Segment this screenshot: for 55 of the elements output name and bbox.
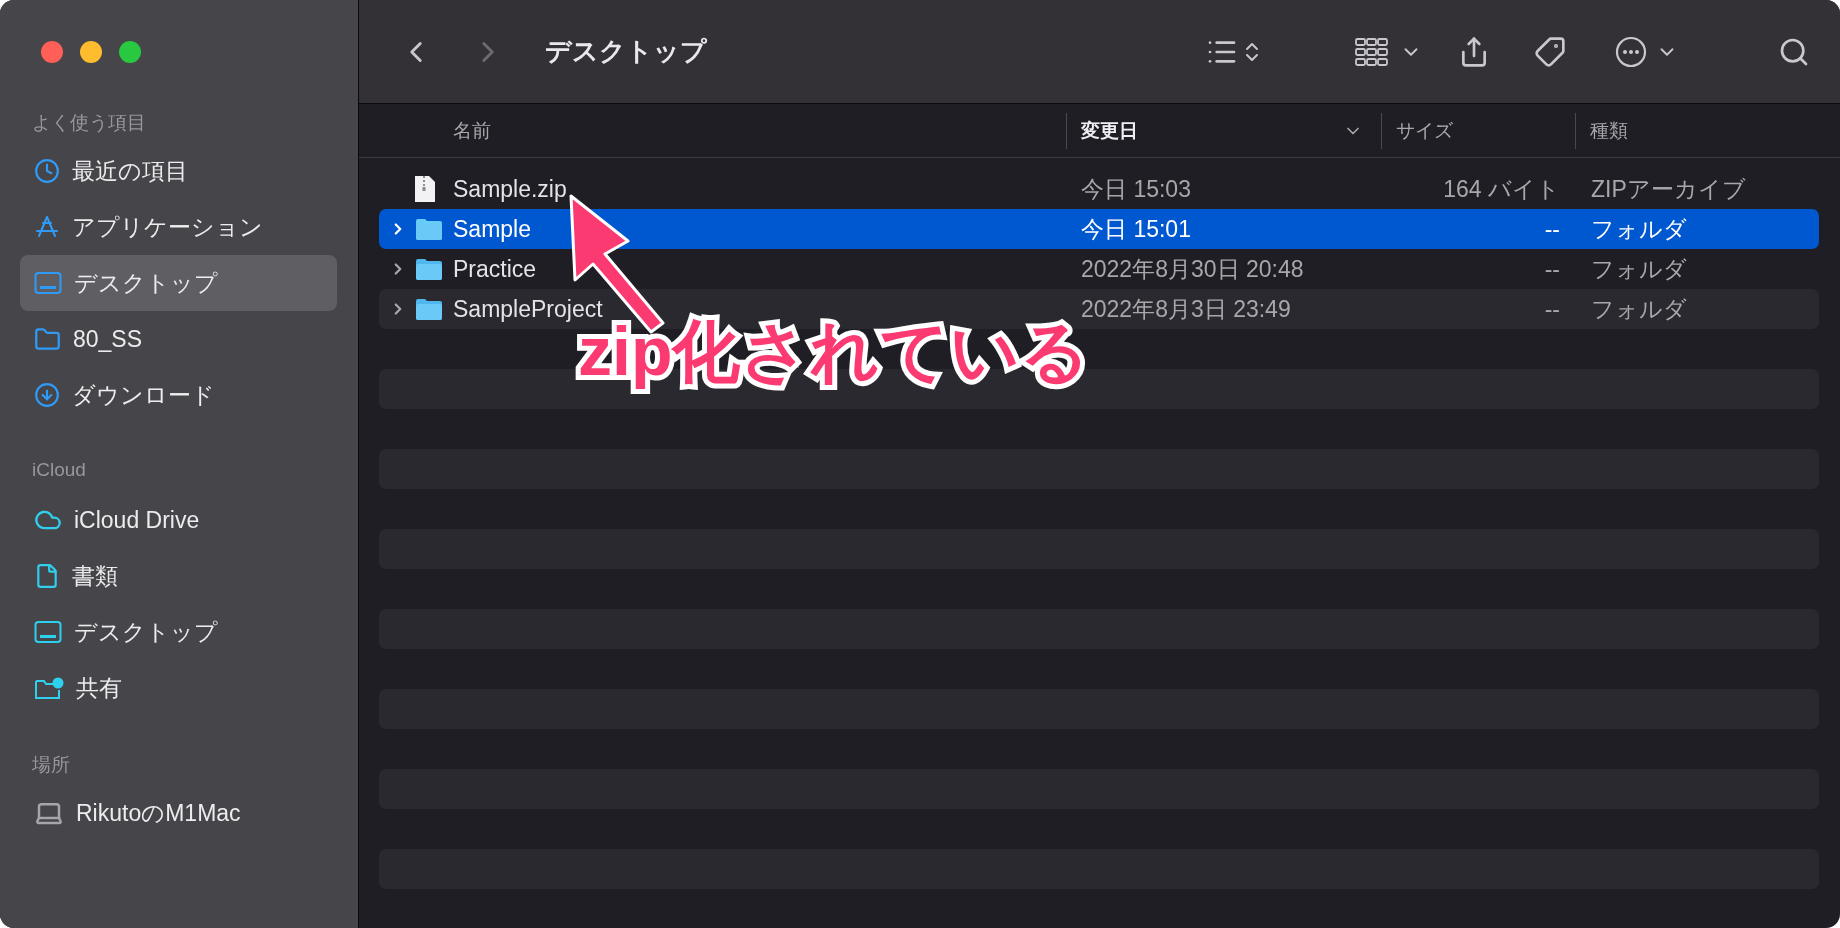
column-heading[interactable]: サイズ [1381,112,1575,149]
sidebar-item[interactable]: アプリケーション [20,199,337,255]
folder-icon [34,325,61,353]
file-row[interactable]: Sample 今日 15:01 -- フォルダ [379,209,1819,249]
grid-icon [1354,36,1390,67]
folder-icon [415,297,443,321]
sidebar-item[interactable]: RikutoのM1Mac [20,785,337,841]
sidebar-item[interactable]: iCloud Drive [20,492,337,548]
modified-date: 今日 15:01 [1080,214,1192,244]
clock-icon [34,158,60,184]
modified-date: 今日 15:03 [1080,174,1192,204]
file-size: -- [1543,215,1561,243]
file-kind: フォルダ [1590,214,1688,244]
file-kind: ZIPアーカイブ [1590,174,1747,204]
sidebar-item[interactable]: デスクトップ [20,255,337,311]
column-heading[interactable]: 名前 [453,112,1066,149]
ellipsis-circle-icon [1614,34,1648,69]
folder-icon [415,257,443,281]
document-icon [34,563,60,589]
shared-folder-icon [34,675,64,701]
sidebar-section-title: iCloud [31,458,87,482]
zoom-button[interactable] [119,41,141,63]
file-kind: フォルダ [1590,254,1688,284]
sidebar-section-title: よく使う項目 [31,111,147,134]
sidebar-item[interactable]: デスクトップ [20,604,337,660]
file-name: Sample [453,215,532,243]
column-heading[interactable]: 変更日 [1066,112,1381,149]
tag-button[interactable] [1534,35,1566,68]
zip-file-icon [413,175,437,203]
modified-date: 2022年8月30日 20:48 [1080,254,1305,284]
apps-icon [34,214,60,240]
close-button[interactable] [41,41,63,63]
minimize-button[interactable] [80,41,102,63]
download-icon [34,382,60,408]
sidebar-item[interactable]: 80_SS [20,311,337,367]
file-size: -- [1543,255,1561,283]
sidebar-item[interactable]: 書類 [20,548,337,604]
desktop-icon [34,620,62,644]
file-name: Practice [453,255,538,283]
window-title: デスクトップ [545,35,707,68]
file-kind: フォルダ [1590,294,1688,324]
modified-date: 2022年8月3日 23:49 [1080,294,1292,324]
file-size: -- [1543,295,1561,323]
desktop-icon [34,271,62,295]
sidebar-item[interactable]: ダウンロード [20,367,337,423]
sidebar-section-title: 場所 [31,753,71,776]
file-row[interactable]: Practice 2022年8月30日 20:48 -- フォルダ [379,249,1819,289]
tag-icon [1534,35,1566,68]
file-name: Sample.zip [453,175,568,203]
sidebar-item[interactable]: 最近の項目 [20,143,337,199]
sidebar-item[interactable]: 共有 [20,660,337,716]
file-size: 164 バイト [1442,174,1561,204]
file-row[interactable]: Sample.zip 今日 15:03 164 バイト ZIPアーカイブ [379,169,1819,209]
column-heading[interactable]: 種類 [1575,112,1840,149]
folder-icon [415,217,443,241]
